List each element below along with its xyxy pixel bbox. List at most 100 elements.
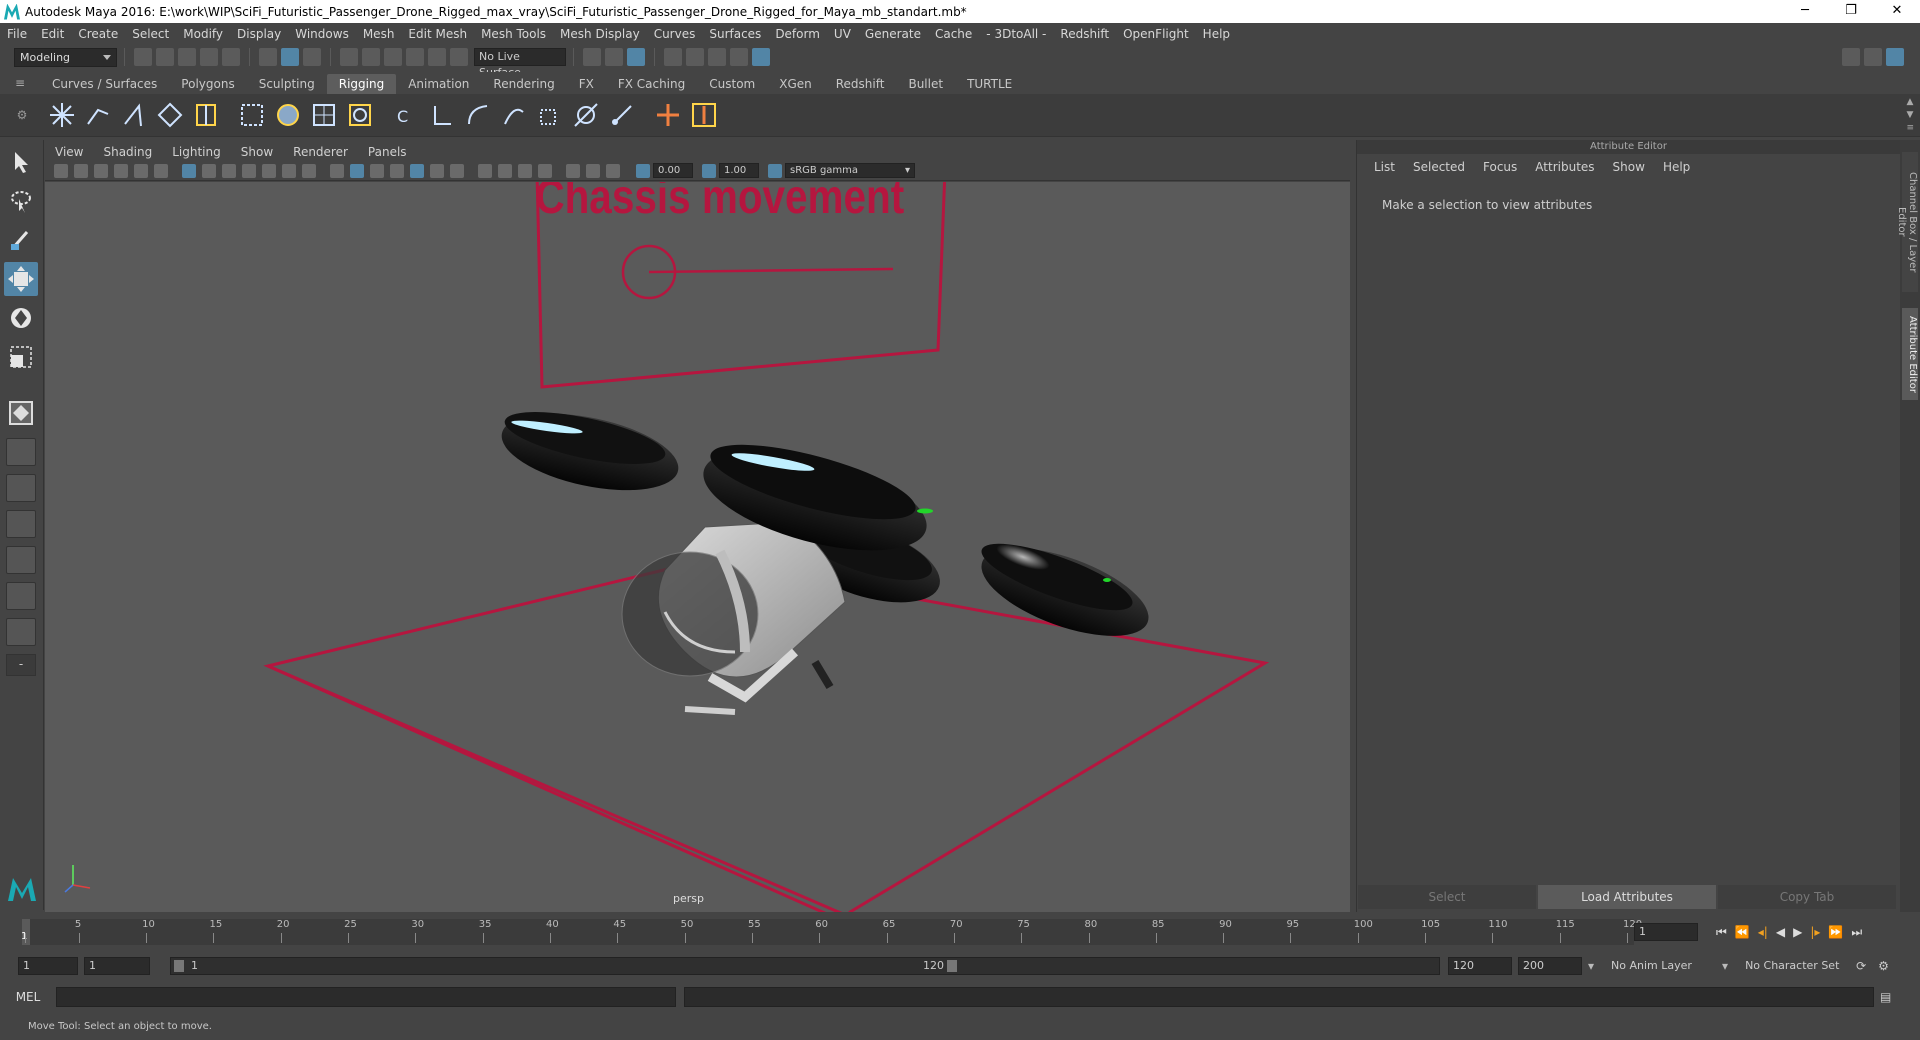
menu-uv[interactable]: UV <box>827 27 858 41</box>
shelf-menu-icon[interactable]: ≡ <box>0 72 40 94</box>
gate-mask-icon[interactable] <box>242 163 256 178</box>
attribute-editor-toggle-icon[interactable] <box>1886 48 1904 66</box>
input-ops-icon[interactable] <box>583 48 601 66</box>
snap-point-icon[interactable] <box>384 48 402 66</box>
script-editor-icon[interactable]: ▤ <box>1874 990 1897 1004</box>
insert-joint-icon[interactable] <box>154 99 186 131</box>
tab-fx[interactable]: FX <box>567 74 606 94</box>
grid-icon[interactable] <box>182 163 196 178</box>
tab-bullet[interactable]: Bullet <box>896 74 955 94</box>
step-back-frame-icon[interactable]: ◂| <box>1754 925 1772 939</box>
safe-title-icon[interactable] <box>302 163 316 178</box>
soft-mod-icon[interactable] <box>534 99 566 131</box>
field-chart-icon[interactable] <box>262 163 276 178</box>
bend-deformer-icon[interactable] <box>462 99 494 131</box>
shelf-scroll-arrows[interactable]: ▲ ▼ ≡ <box>1906 96 1914 135</box>
persp-graph-layout-button[interactable] <box>6 546 36 574</box>
menu-mesh-tools[interactable]: Mesh Tools <box>474 27 553 41</box>
menu-create[interactable]: Create <box>71 27 125 41</box>
blend-shape-icon[interactable] <box>498 99 530 131</box>
resolution-gate-icon[interactable] <box>222 163 236 178</box>
cluster-icon[interactable]: C <box>390 99 422 131</box>
move-tool-icon[interactable] <box>4 262 38 296</box>
xray-joints-icon[interactable] <box>586 163 600 178</box>
live-surface-icon[interactable] <box>450 48 468 66</box>
ae-menu-attributes[interactable]: Attributes <box>1526 160 1603 174</box>
close-icon[interactable]: ✕ <box>1874 0 1920 23</box>
gamma-icon[interactable] <box>702 163 716 178</box>
load-attributes-button[interactable]: Load Attributes <box>1538 885 1716 909</box>
multisample-icon[interactable] <box>498 163 512 178</box>
depth-of-field-icon[interactable] <box>518 163 532 178</box>
panel-menu-lighting[interactable]: Lighting <box>162 145 231 159</box>
chevron-down-icon[interactable]: ▾ <box>1716 959 1734 973</box>
snap-curve-icon[interactable] <box>362 48 380 66</box>
sculpt-deformer-icon[interactable] <box>570 99 602 131</box>
use-all-lights-icon[interactable] <box>410 163 424 178</box>
custom-layout-button[interactable]: - <box>6 654 36 676</box>
menu-edit-mesh[interactable]: Edit Mesh <box>401 27 474 41</box>
motion-blur-icon[interactable] <box>478 163 492 178</box>
view-transform-dropdown[interactable]: sRGB gamma ▾ <box>785 163 915 178</box>
render-view-icon[interactable] <box>664 48 682 66</box>
tab-rigging[interactable]: Rigging <box>326 74 397 94</box>
bookmark-icon[interactable] <box>94 163 108 178</box>
safe-action-icon[interactable] <box>282 163 296 178</box>
tab-turtle[interactable]: TURTLE <box>955 74 1024 94</box>
lattice-icon[interactable] <box>308 99 340 131</box>
rotate-tool-icon[interactable] <box>4 301 38 335</box>
paint-select-tool-icon[interactable] <box>4 223 38 257</box>
time-slider[interactable]: 1510152025303540455055606570758085909510… <box>0 915 1920 947</box>
modeling-toolkit-icon[interactable] <box>1864 48 1882 66</box>
animation-end-field[interactable]: 200 <box>1518 957 1582 975</box>
playback-start-field[interactable]: 1 <box>84 957 150 975</box>
chevron-down-icon[interactable]: ▾ <box>1582 959 1600 973</box>
paint-weights-icon[interactable] <box>272 99 304 131</box>
ae-menu-help[interactable]: Help <box>1654 160 1699 174</box>
shadows-icon[interactable] <box>430 163 444 178</box>
select-camera-icon[interactable] <box>54 163 68 178</box>
panel-menu-renderer[interactable]: Renderer <box>283 145 358 159</box>
persp-outliner-layout-button[interactable] <box>6 582 36 610</box>
gamma-field[interactable]: 1.00 <box>719 163 759 178</box>
restore-icon[interactable]: ❐ <box>1828 0 1874 23</box>
step-back-key-icon[interactable]: ⏪ <box>1731 925 1754 939</box>
show-manipulator-icon[interactable] <box>4 396 38 430</box>
construction-history-icon[interactable] <box>627 48 645 66</box>
select-component-icon[interactable] <box>303 48 321 66</box>
panel-menu-shading[interactable]: Shading <box>93 145 162 159</box>
tab-animation[interactable]: Animation <box>396 74 481 94</box>
tab-rendering[interactable]: Rendering <box>481 74 566 94</box>
menu-cache[interactable]: Cache <box>928 27 979 41</box>
grease-pencil-icon[interactable] <box>154 163 168 178</box>
menu-help[interactable]: Help <box>1196 27 1237 41</box>
menu-display[interactable]: Display <box>230 27 288 41</box>
lasso-tool-icon[interactable] <box>4 184 38 218</box>
two-d-pan-zoom-icon[interactable] <box>134 163 148 178</box>
character-set-dropdown[interactable]: No Character Set <box>1740 957 1851 975</box>
snap-surface-icon[interactable] <box>428 48 446 66</box>
color-management-icon[interactable] <box>768 163 782 178</box>
menu-select[interactable]: Select <box>125 27 176 41</box>
ik-handle-icon[interactable] <box>82 99 114 131</box>
wrap-deformer-icon[interactable] <box>344 99 376 131</box>
maya-home-icon[interactable] <box>6 875 38 903</box>
menu-modify[interactable]: Modify <box>176 27 230 41</box>
menu-openflight[interactable]: OpenFlight <box>1116 27 1196 41</box>
undo-icon[interactable] <box>200 48 218 66</box>
command-language-label[interactable]: MEL <box>0 990 56 1004</box>
tab-sculpting[interactable]: Sculpting <box>247 74 327 94</box>
point-constraint-icon[interactable] <box>652 99 684 131</box>
panel-menu-show[interactable]: Show <box>231 145 283 159</box>
auto-key-icon[interactable]: ⟳ <box>1850 959 1872 973</box>
go-to-start-icon[interactable]: ⏮ <box>1712 925 1731 940</box>
ik-spline-icon[interactable] <box>118 99 150 131</box>
hypershade-icon[interactable] <box>752 48 770 66</box>
menu-file[interactable]: File <box>0 27 34 41</box>
film-gate-icon[interactable] <box>202 163 216 178</box>
xray-icon[interactable] <box>566 163 580 178</box>
menu-set-dropdown[interactable]: Modeling <box>14 47 117 67</box>
panel-menu-panels[interactable]: Panels <box>358 145 417 159</box>
xray-components-icon[interactable] <box>606 163 620 178</box>
side-by-side-layout-button[interactable] <box>6 510 36 538</box>
